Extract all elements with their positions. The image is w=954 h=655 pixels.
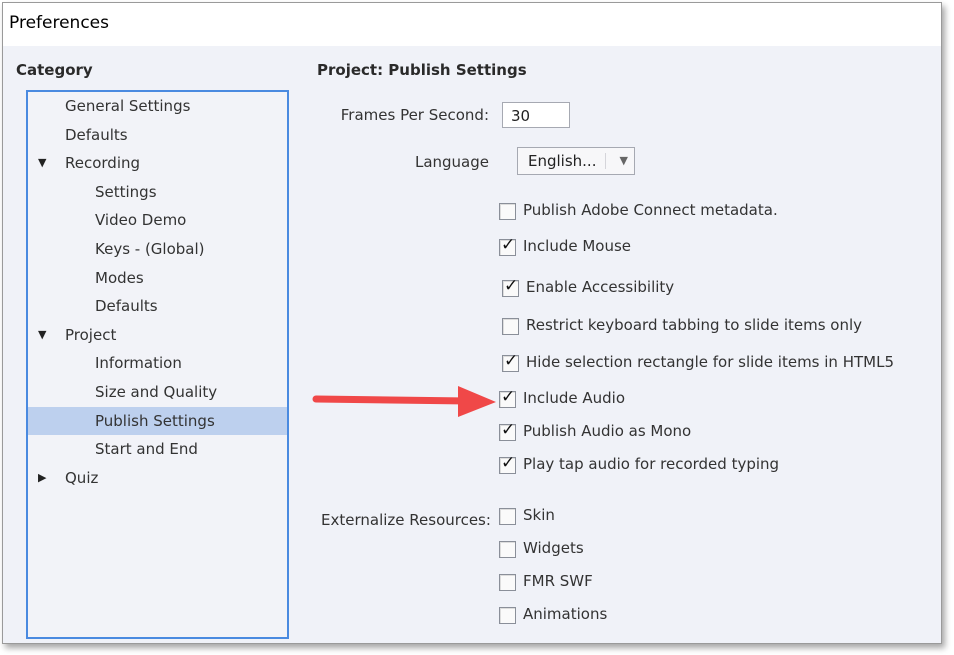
checkbox[interactable]: ✓: [499, 235, 516, 256]
checkmark-icon: ✓: [501, 420, 516, 440]
fps-label: Frames Per Second:: [340, 106, 489, 124]
collapse-triangle-icon[interactable]: ▶: [38, 464, 46, 492]
tree-item[interactable]: Defaults: [28, 292, 287, 320]
title-bar: Preferences: [3, 3, 941, 46]
tree-item-label: Recording: [65, 154, 141, 173]
tree-item[interactable]: ▶ Quiz: [28, 464, 287, 492]
tree-item-label: Defaults: [95, 297, 158, 316]
section-title: Project: Publish Settings: [317, 61, 527, 79]
checkbox-label: Include Audio: [523, 389, 626, 407]
checkbox-label: Publish Adobe Connect metadata.: [523, 201, 778, 219]
category-header: Category: [16, 61, 93, 79]
checkbox[interactable]: ✓: [499, 387, 516, 408]
tree-item[interactable]: ▼ Project: [28, 321, 287, 349]
checkbox-label: Widgets: [523, 539, 584, 557]
checkbox-label: Enable Accessibility: [526, 278, 675, 296]
window-title: Preferences: [9, 13, 109, 33]
tree-item[interactable]: Modes: [28, 264, 287, 292]
checkbox-label: Hide selection rectangle for slide items…: [526, 353, 894, 371]
tree-item-label: Modes: [95, 268, 144, 287]
fps-value: 30: [511, 107, 531, 125]
checkbox-label: Skin: [523, 506, 555, 524]
tree-item-label: Keys - (Global): [95, 240, 205, 258]
checkbox[interactable]: [499, 574, 516, 591]
checkbox[interactable]: [499, 607, 516, 624]
checkmark-icon: ✓: [504, 351, 519, 371]
checkbox-label: Publish Audio as Mono: [523, 422, 692, 440]
category-tree[interactable]: General Settings Defaults ▼ Recording Settin…: [26, 90, 289, 639]
checkmark-icon: ✓: [501, 453, 516, 473]
tree-item[interactable]: Keys - (Global): [28, 235, 287, 263]
checkbox-label: FMR SWF: [523, 572, 593, 590]
tree-item-label: Information: [95, 354, 182, 373]
checkmark-icon: ✓: [501, 235, 516, 255]
tree-item-label: Defaults: [65, 125, 128, 144]
tree-item-label: Publish Settings: [95, 411, 215, 430]
checkbox[interactable]: ✓: [502, 351, 519, 372]
divider: [605, 153, 606, 169]
preferences-window: Preferences Category General Settings Def…: [2, 2, 942, 644]
tree-item[interactable]: Start and End: [28, 435, 287, 463]
tree-item[interactable]: Information: [28, 349, 287, 377]
tree-item[interactable]: ▼ Recording: [28, 149, 287, 177]
tree-item-label: Settings: [95, 182, 157, 201]
tree-item-label: Quiz: [65, 468, 99, 487]
checkbox-label: Play tap audio for recorded typing: [523, 455, 780, 473]
tree-item[interactable]: Video Demo: [28, 206, 287, 234]
tree-item[interactable]: General Settings: [28, 92, 287, 120]
checkmark-icon: ✓: [504, 276, 519, 296]
language-value: English...: [528, 152, 597, 170]
tree-item[interactable]: Size and Quality: [28, 378, 287, 406]
tree-item-label: Size and Quality: [95, 383, 218, 401]
tree-item[interactable]: Publish Settings: [28, 406, 287, 435]
checkbox-label: Restrict keyboard tabbing to slide items…: [526, 316, 863, 334]
checkbox[interactable]: [499, 541, 516, 558]
language-select[interactable]: English... ▼: [517, 147, 635, 175]
tree-item-label: Video Demo: [95, 211, 187, 230]
tree-item-label: General Settings: [65, 97, 191, 115]
language-label: Language: [414, 153, 489, 171]
annotation-arrow: [312, 386, 496, 417]
chevron-down-icon: ▼: [619, 154, 628, 167]
checkmark-icon: ✓: [501, 387, 516, 407]
checkbox[interactable]: [499, 203, 516, 220]
checkbox-label: Animations: [523, 605, 608, 623]
tree-item-label: Project: [65, 325, 117, 344]
externalize-label: Externalize Resources:: [321, 511, 491, 529]
expand-triangle-icon[interactable]: ▼: [38, 321, 46, 349]
checkbox[interactable]: ✓: [502, 276, 519, 297]
checkbox[interactable]: ✓: [499, 453, 516, 474]
tree-item-label: Start and End: [95, 440, 198, 459]
checkbox[interactable]: ✓: [499, 420, 516, 441]
checkbox[interactable]: [502, 318, 519, 335]
checkbox-label: Include Mouse: [523, 237, 632, 255]
checkbox[interactable]: [499, 508, 516, 525]
tree-item[interactable]: Defaults: [28, 121, 287, 149]
fps-input[interactable]: 30: [502, 102, 570, 128]
tree-item[interactable]: Settings: [28, 178, 287, 206]
expand-triangle-icon[interactable]: ▼: [38, 149, 46, 177]
